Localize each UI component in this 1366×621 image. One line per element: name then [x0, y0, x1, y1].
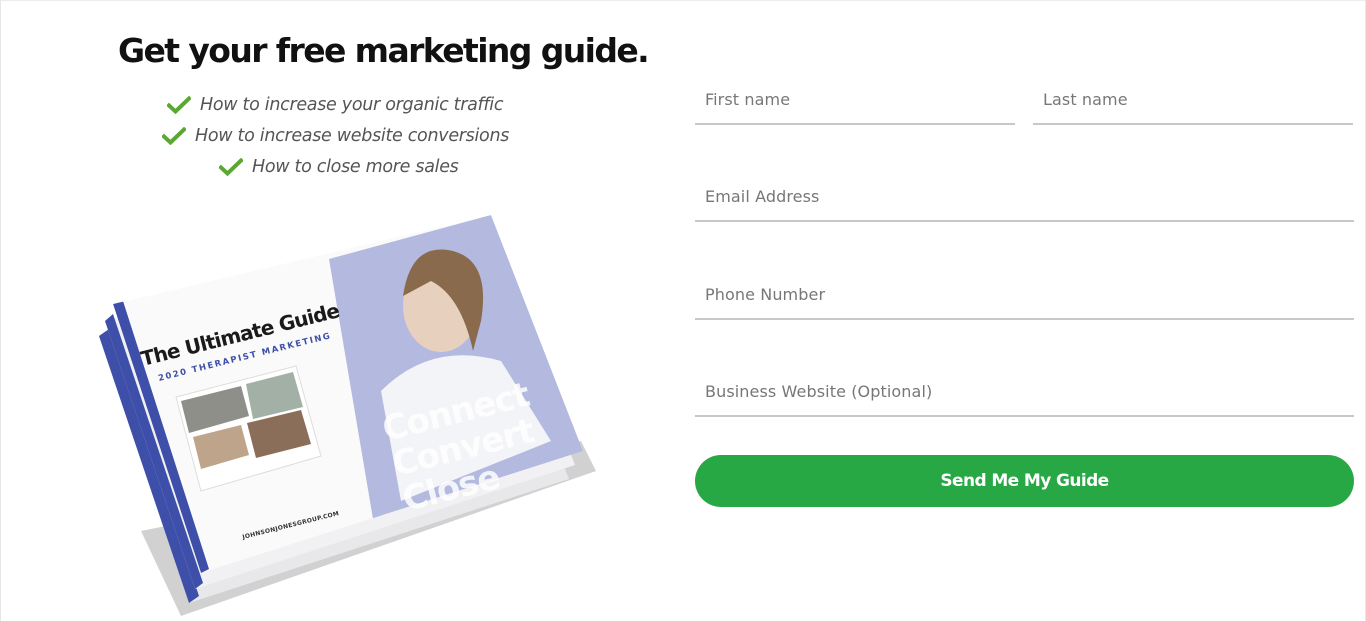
guide-signup-form: Send Me My Guide — [695, 1, 1355, 621]
phone-input[interactable] — [695, 270, 1354, 318]
email-input[interactable] — [695, 172, 1354, 220]
check-icon — [167, 96, 191, 114]
benefit-text: How to increase website conversions — [195, 126, 510, 146]
page: Get your free marketing guide. How to in… — [0, 0, 1366, 621]
benefit-item: How to close more sales — [219, 157, 459, 177]
business-website-input[interactable] — [695, 367, 1354, 415]
check-icon — [162, 127, 186, 145]
guide-cover-image: The Ultimate Guide 2020 THERAPIST MARKET… — [99, 215, 596, 616]
business-website-field — [695, 367, 1354, 417]
email-field — [695, 172, 1354, 222]
first-name-input[interactable] — [695, 75, 1015, 123]
benefit-text: How to increase your organic traffic — [200, 95, 504, 115]
benefit-item: How to increase your organic traffic — [167, 95, 503, 115]
first-name-field — [695, 75, 1015, 125]
guide-promo: Get your free marketing guide. How to in… — [1, 1, 681, 621]
send-guide-button[interactable]: Send Me My Guide — [695, 455, 1354, 507]
benefit-text: How to close more sales — [252, 157, 459, 177]
page-title: Get your free marketing guide. — [118, 31, 650, 70]
last-name-input[interactable] — [1033, 75, 1353, 123]
phone-field — [695, 270, 1354, 320]
benefit-item: How to increase website conversions — [162, 126, 509, 146]
last-name-field — [1033, 75, 1353, 125]
check-icon — [219, 158, 243, 176]
